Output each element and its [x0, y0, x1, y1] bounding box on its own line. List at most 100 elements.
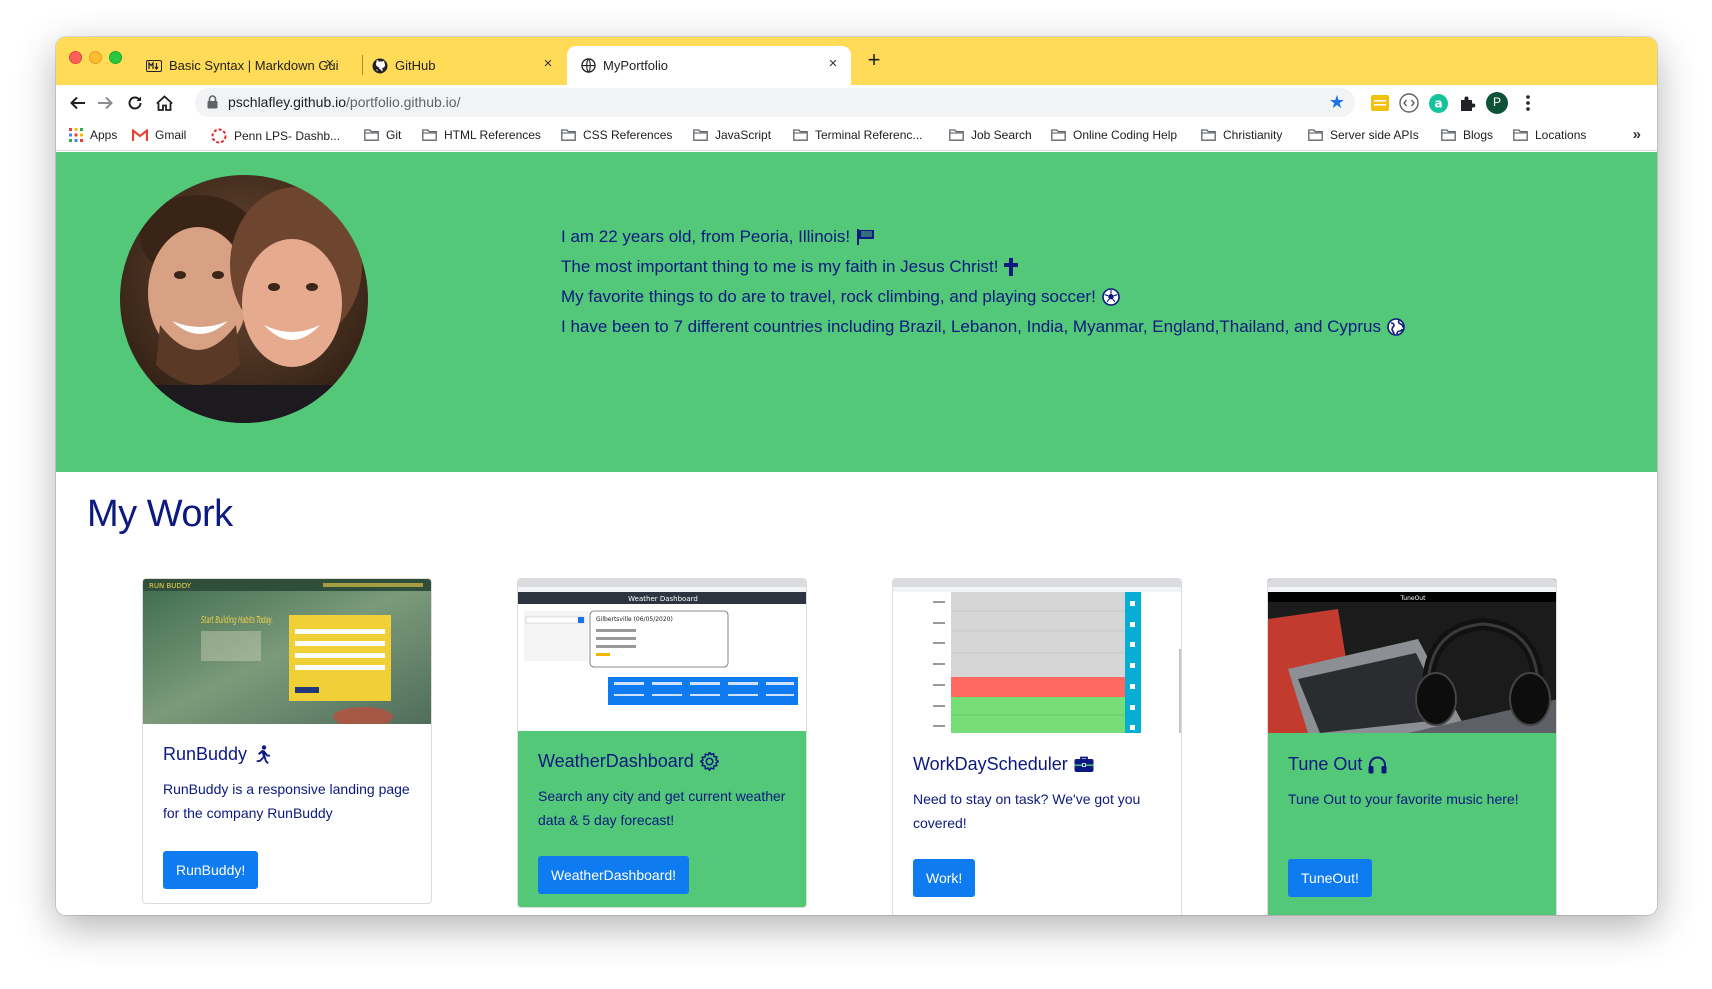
runbuddy-shot-brand: RUN BUDDY — [149, 582, 192, 590]
url-text: pschlafley.github.io/portfolio.github.io… — [228, 94, 460, 110]
card-title-text: WorkDayScheduler — [913, 754, 1068, 774]
profile-photo — [120, 175, 368, 423]
card-title: WorkDayScheduler — [913, 754, 1167, 775]
bookmark-penn[interactable]: Penn LPS- Dashb... — [211, 128, 340, 144]
profile-avatar[interactable]: P — [1486, 92, 1508, 114]
workdayscheduler-button[interactable]: Work! — [913, 859, 976, 897]
bookmark-folder[interactable]: Server side APIs — [1308, 128, 1419, 142]
bookmark-folder[interactable]: JavaScript — [693, 128, 771, 142]
minimize-window-button[interactable] — [89, 51, 102, 64]
briefcase-icon — [1074, 756, 1094, 773]
extensions-puzzle-icon[interactable] — [1457, 93, 1477, 113]
bookmark-label: Blogs — [1463, 128, 1494, 142]
card-body: Tune Out Tune Out to your favorite music… — [1288, 754, 1542, 811]
globe-icon — [1387, 318, 1405, 336]
bookmark-folder[interactable]: Terminal Referenc... — [793, 128, 922, 142]
bookmark-apps[interactable]: Apps — [69, 128, 117, 142]
home-icon[interactable] — [152, 91, 176, 115]
page-content: I am 22 years old, from Peoria, Illinois… — [56, 152, 1657, 915]
forward-arrow-icon[interactable] — [93, 91, 117, 115]
folder-icon — [1308, 129, 1323, 141]
extension-a-icon[interactable]: a — [1428, 93, 1448, 113]
folder-icon — [1051, 129, 1066, 141]
bookmark-star-icon[interactable]: ★ — [1329, 92, 1345, 112]
close-tab-icon[interactable]: × — [540, 56, 556, 72]
folder-icon — [949, 129, 964, 141]
bookmark-label: Server side APIs — [1330, 128, 1419, 142]
bookmark-folder[interactable]: HTML References — [422, 128, 541, 142]
workdayscheduler-screenshot[interactable] — [893, 579, 1181, 733]
weather-shot-heading: Weather Dashboard — [628, 595, 698, 603]
bookmark-folder[interactable]: Blogs — [1441, 128, 1493, 142]
weatherdashboard-button[interactable]: WeatherDashboard! — [538, 856, 690, 894]
url-path: /portfolio.github.io/ — [346, 94, 461, 110]
bookmark-label: Apps — [90, 128, 118, 142]
about-line: My favorite things to do are to travel, … — [561, 282, 1405, 312]
cross-icon — [1004, 258, 1019, 276]
folder-icon — [561, 129, 576, 141]
extension-yellow-icon[interactable] — [1370, 93, 1390, 113]
tab-title: GitHub — [395, 58, 436, 73]
extension-code-icon[interactable] — [1399, 93, 1419, 113]
about-line: The most important thing to me is my fai… — [561, 252, 1405, 282]
bookmark-label: JavaScript — [715, 128, 772, 142]
bookmark-folder[interactable]: Locations — [1513, 128, 1586, 142]
bookmark-label: HTML References — [444, 128, 541, 142]
more-menu-icon[interactable] — [1518, 93, 1538, 113]
bookmarks-overflow-icon[interactable]: » — [1633, 126, 1641, 143]
folder-icon — [1201, 129, 1216, 141]
runbuddy-button[interactable]: RunBuddy! — [163, 851, 259, 889]
card-description: Need to stay on task? We've got you cove… — [913, 791, 1141, 831]
about-line-text: I am 22 years old, from Peoria, Illinois… — [561, 227, 851, 246]
bookmark-label: Online Coding Help — [1073, 128, 1178, 142]
runbuddy-screenshot[interactable]: RUN BUDDY Start Building Habits Today. — [143, 579, 431, 724]
bookmark-gmail[interactable]: Gmail — [132, 128, 186, 142]
address-bar[interactable]: pschlafley.github.io/portfolio.github.io… — [195, 88, 1355, 117]
bookmark-folder[interactable]: Christianity — [1201, 128, 1282, 142]
bookmark-label: Christianity — [1223, 128, 1283, 142]
weatherdashboard-screenshot[interactable]: Weather Dashboard Gilbertsville (06/05/2… — [518, 579, 806, 731]
tuneout-button[interactable]: TuneOut! — [1288, 859, 1372, 897]
soccer-ball-icon — [1102, 288, 1120, 306]
tab-github[interactable]: GitHub × — [364, 46, 566, 85]
close-tab-icon[interactable]: × — [825, 56, 841, 72]
bookmark-folder[interactable]: Online Coding Help — [1051, 128, 1177, 142]
bookmarks-bar: Apps Gmail Penn LPS- Dashb... Git HTML R… — [56, 121, 1657, 151]
tab-myportfolio[interactable]: MyPortfolio × — [567, 46, 851, 85]
about-text: I am 22 years old, from Peoria, Illinois… — [561, 222, 1405, 342]
tuneout-shot-heading: TuneOut — [1400, 595, 1427, 602]
bookmark-label: Gmail — [155, 128, 187, 142]
apps-grid-icon — [69, 128, 83, 142]
gmail-icon — [132, 129, 148, 141]
about-line-text: I have been to 7 different countries inc… — [561, 317, 1381, 336]
flag-icon — [856, 228, 876, 246]
back-arrow-icon[interactable] — [66, 91, 90, 115]
tab-divider — [362, 55, 363, 75]
close-window-button[interactable] — [69, 51, 82, 64]
folder-icon — [422, 129, 437, 141]
card-body: WeatherDashboard Search any city and get… — [538, 751, 792, 832]
github-icon — [372, 58, 388, 74]
bookmark-folder[interactable]: CSS References — [561, 128, 672, 142]
bookmark-folder[interactable]: Git — [364, 128, 401, 142]
about-line: I am 22 years old, from Peoria, Illinois… — [561, 222, 1405, 252]
project-card-tuneout: TuneOut Tune Out Tune Out to your favori… — [1267, 578, 1557, 915]
card-description: RunBuddy is a responsive landing page fo… — [163, 781, 410, 821]
url-domain: pschlafley.github.io — [228, 94, 347, 110]
bookmark-folder[interactable]: Job Search — [949, 128, 1032, 142]
close-tab-icon[interactable]: × — [322, 56, 338, 72]
reload-icon[interactable] — [123, 91, 147, 115]
about-line: I have been to 7 different countries inc… — [561, 312, 1405, 342]
maximize-window-button[interactable] — [109, 51, 122, 64]
bookmark-label: Penn LPS- Dashb... — [234, 129, 341, 143]
about-line-text: The most important thing to me is my fai… — [561, 257, 999, 276]
bookmark-label: Git — [386, 128, 402, 142]
tuneout-screenshot[interactable]: TuneOut — [1268, 579, 1556, 733]
bookmark-label: CSS References — [583, 128, 673, 142]
tab-markdown-guide[interactable]: Basic Syntax | Markdown Guide × — [138, 46, 348, 85]
card-title: WeatherDashboard — [538, 751, 792, 772]
new-tab-button[interactable]: + — [862, 49, 886, 73]
headphones-icon — [1368, 756, 1387, 774]
weather-shot-city: Gilbertsville (06/05/2020) — [596, 616, 673, 623]
folder-icon — [1513, 129, 1528, 141]
